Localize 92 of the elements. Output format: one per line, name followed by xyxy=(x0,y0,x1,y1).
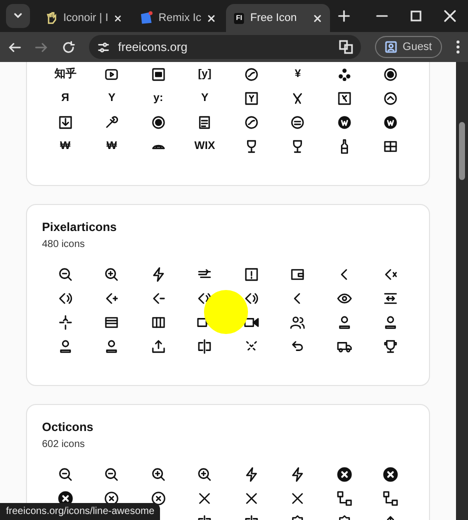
new-tab-button[interactable] xyxy=(338,10,350,22)
close-icon[interactable] xyxy=(444,10,456,22)
wallet-icon[interactable] xyxy=(290,266,306,282)
profile-button[interactable]: Guest xyxy=(374,36,442,58)
box-down-icon[interactable] xyxy=(58,114,73,130)
circle-swirl-icon[interactable] xyxy=(244,114,259,130)
circle-filled-icon[interactable] xyxy=(383,66,398,82)
split-icon[interactable] xyxy=(197,338,212,354)
glyph-icon: ₩ xyxy=(60,140,70,152)
arrows-icon[interactable] xyxy=(383,290,398,306)
zoom-out-icon[interactable] xyxy=(58,466,73,482)
undo-icon[interactable] xyxy=(290,338,306,354)
box-lines-icon[interactable] xyxy=(104,314,120,330)
bolt-icon[interactable] xyxy=(150,266,166,282)
chevron-down-icon xyxy=(13,11,23,21)
box-letter-icon[interactable] xyxy=(244,90,259,106)
back-icon[interactable] xyxy=(8,40,21,54)
user-icon[interactable] xyxy=(104,338,120,354)
user-icon[interactable] xyxy=(383,314,398,330)
icon-count: 480 icons xyxy=(42,239,86,250)
users-icon[interactable] xyxy=(290,314,306,330)
glyph-icon: ¥ xyxy=(294,68,301,80)
zoom-out-icon[interactable] xyxy=(58,266,73,282)
browser-tab[interactable]: Iconoir | I xyxy=(38,4,130,32)
tab-search-button[interactable] xyxy=(6,4,30,28)
menu-icon[interactable] xyxy=(456,40,460,54)
x-icon[interactable] xyxy=(244,490,259,506)
x-circle-icon[interactable] xyxy=(104,490,120,506)
scrollbar[interactable] xyxy=(456,62,468,520)
site-settings-icon[interactable] xyxy=(97,40,110,54)
glyph-icon: 知乎 xyxy=(54,68,76,80)
calendar-icon[interactable] xyxy=(197,114,212,130)
speaker-x-icon[interactable] xyxy=(383,266,398,282)
zoom-out-icon[interactable] xyxy=(104,466,120,482)
circle-filled-icon[interactable] xyxy=(150,114,166,130)
face-icon[interactable] xyxy=(290,114,306,130)
speaker-minus-icon[interactable] xyxy=(150,290,166,306)
glyph-icon: y: xyxy=(153,92,164,104)
glyph-icon: Y xyxy=(108,92,116,104)
section-title: Octicons xyxy=(42,420,94,434)
section-title: Pixelarticons xyxy=(42,220,118,234)
browser-tab[interactable]: Remix Ic xyxy=(132,4,224,32)
box-cross-icon[interactable] xyxy=(336,90,352,106)
trophy-icon[interactable] xyxy=(383,338,398,354)
user-icon[interactable] xyxy=(336,314,352,330)
glyph-icon: WIX xyxy=(194,140,216,152)
x-icon[interactable] xyxy=(197,490,212,506)
box-square-icon[interactable] xyxy=(150,66,166,82)
user-icon[interactable] xyxy=(58,338,73,354)
bolt-icon[interactable] xyxy=(244,466,259,482)
zoom-in-icon[interactable] xyxy=(150,466,166,482)
icon-count: 602 icons xyxy=(42,439,86,450)
bolt-icon[interactable] xyxy=(290,466,306,482)
circle-swirl-icon[interactable] xyxy=(244,66,259,82)
maximize-icon[interactable] xyxy=(410,10,422,22)
circle-w-icon[interactable] xyxy=(383,114,398,130)
columns-icon[interactable] xyxy=(150,314,166,330)
zoom-in-icon[interactable] xyxy=(197,466,212,482)
document-icon xyxy=(140,11,153,25)
nodes-icon[interactable] xyxy=(383,490,398,506)
box-alert-icon[interactable] xyxy=(244,266,259,282)
zoom-in-icon[interactable] xyxy=(104,266,120,282)
expand-icon[interactable] xyxy=(244,338,259,354)
speaker-wave-icon[interactable] xyxy=(244,290,259,306)
circle-up-icon[interactable] xyxy=(383,90,398,106)
box-play-icon[interactable] xyxy=(104,66,120,82)
collapse-icon[interactable] xyxy=(58,314,73,330)
windows-icon[interactable] xyxy=(383,138,398,154)
glyph-icon: ₩ xyxy=(106,140,117,152)
x-filled-icon[interactable] xyxy=(336,466,352,482)
glyph-icon: [y] xyxy=(198,68,212,80)
status-url: freeicons.org/icons/line-awesome xyxy=(0,503,160,520)
x-icon[interactable] xyxy=(290,490,306,506)
speaker-plus-icon[interactable] xyxy=(104,290,120,306)
translate-icon[interactable] xyxy=(338,40,353,54)
speaker-wave-icon[interactable] xyxy=(58,290,73,306)
x-filled-icon[interactable] xyxy=(383,466,398,482)
circle-w-icon[interactable] xyxy=(336,114,352,130)
glyph-icon: Я xyxy=(61,92,70,104)
dots-icon[interactable] xyxy=(336,66,352,82)
upload-icon[interactable] xyxy=(150,338,166,354)
wrench-icon[interactable] xyxy=(104,114,120,130)
eye-icon[interactable] xyxy=(336,290,352,306)
x-circle-icon[interactable] xyxy=(150,490,166,506)
close-icon[interactable] xyxy=(207,14,216,22)
hand-icon xyxy=(46,11,58,25)
person-icon xyxy=(384,41,397,53)
close-icon[interactable] xyxy=(313,14,322,22)
reload-icon[interactable] xyxy=(62,40,75,54)
nodes-icon[interactable] xyxy=(336,490,352,506)
glyph-icon: Y xyxy=(201,92,208,104)
close-icon[interactable] xyxy=(114,14,122,22)
